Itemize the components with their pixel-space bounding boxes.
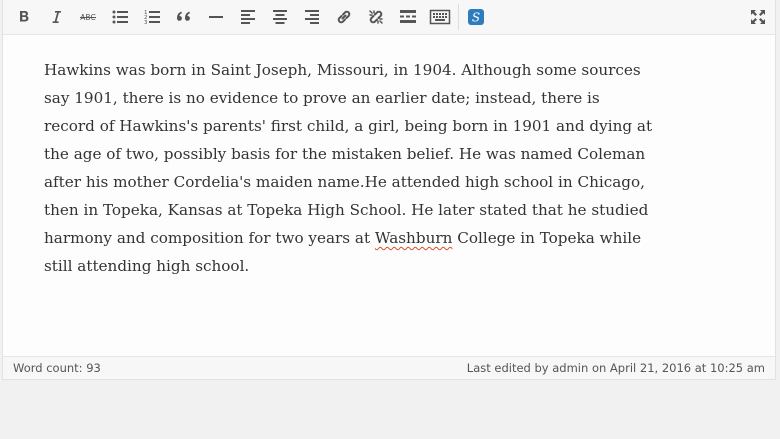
spellcheck-button[interactable]: S	[462, 3, 490, 31]
fullscreen-button[interactable]	[744, 3, 772, 31]
spellcheck-icon: S	[468, 9, 484, 25]
bulleted-list-button[interactable]	[106, 3, 134, 31]
align-right-button[interactable]	[298, 3, 326, 31]
align-center-button[interactable]	[266, 3, 294, 31]
insert-link-button[interactable]	[330, 3, 358, 31]
read-more-icon	[400, 10, 416, 23]
bold-button[interactable]	[10, 3, 38, 31]
remove-link-button[interactable]	[362, 3, 390, 31]
strikethrough-button[interactable]: ABC	[74, 3, 102, 31]
horizontal-line-icon	[209, 16, 223, 18]
toolbar-toggle-button[interactable]	[426, 3, 454, 31]
numbered-list-icon: 1 2 3	[144, 10, 160, 26]
svg-text:S: S	[472, 11, 480, 25]
fullscreen-icon	[751, 10, 765, 24]
align-right-icon	[305, 10, 319, 24]
align-left-icon	[241, 10, 255, 24]
link-icon	[337, 10, 351, 24]
paragraph-text-start: Hawkins was born in Saint Joseph, Missou…	[44, 61, 653, 247]
read-more-button[interactable]	[394, 3, 422, 31]
content-paragraph: Hawkins was born in Saint Joseph, Missou…	[44, 56, 654, 280]
blockquote-button[interactable]	[170, 3, 198, 31]
editor-status-bar: Word count: 93 Last edited by admin on A…	[3, 356, 775, 379]
unlink-icon	[369, 10, 383, 24]
italic-button[interactable]	[42, 3, 70, 31]
post-editor: ABC 1 2 3 S Hawkins was born in Saint Jo…	[2, 0, 776, 380]
align-center-icon	[273, 10, 287, 24]
bold-icon	[20, 11, 29, 22]
align-left-button[interactable]	[234, 3, 262, 31]
horizontal-line-button[interactable]	[202, 3, 230, 31]
strikethrough-icon: ABC	[80, 13, 96, 22]
word-count: Word count: 93	[13, 361, 101, 375]
misspelled-word[interactable]: Washburn	[375, 229, 452, 247]
last-edited-info: Last edited by admin on April 21, 2016 a…	[466, 361, 765, 375]
keyboard-icon	[429, 9, 451, 25]
blockquote-icon	[177, 11, 190, 21]
svg-text:3: 3	[144, 20, 148, 26]
bulleted-list-icon	[112, 10, 128, 24]
toolbar-separator	[458, 4, 459, 30]
italic-icon	[52, 11, 61, 23]
post-content[interactable]: Hawkins was born in Saint Joseph, Missou…	[44, 56, 654, 280]
editor-toolbar: ABC 1 2 3 S	[3, 0, 775, 35]
numbered-list-button[interactable]: 1 2 3	[138, 3, 166, 31]
